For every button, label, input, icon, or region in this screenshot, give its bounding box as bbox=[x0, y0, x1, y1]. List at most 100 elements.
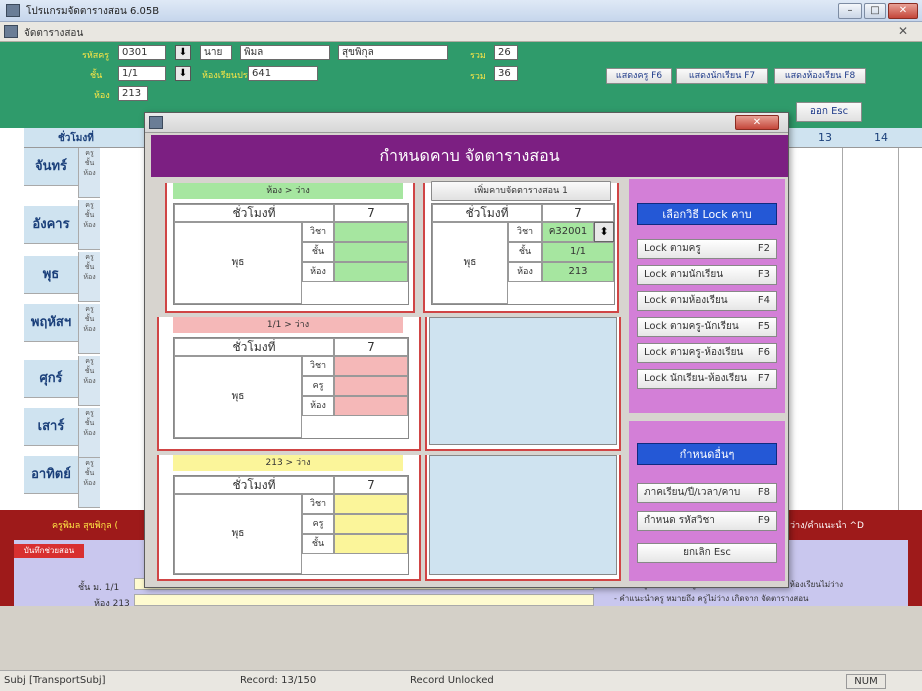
sublabel-room: ห้อง bbox=[83, 479, 96, 487]
subject-dropdown-icon[interactable]: ⬍ bbox=[594, 222, 614, 242]
add-period-button[interactable]: เพิ่มคาบจัดตารางสอน 1 bbox=[431, 181, 611, 201]
class-arrow-icon[interactable]: ⬇ bbox=[175, 66, 191, 81]
panel2-period-label: ชั่วโมงที่ bbox=[432, 204, 542, 222]
lock-room-button[interactable]: Lock ตามห้องเรียน F4 bbox=[637, 291, 777, 311]
sublabel-class: ชั้น bbox=[84, 211, 95, 219]
teacher-summary-line: ครูพิมล สุขพิกุล ( bbox=[52, 521, 119, 531]
first-name-field[interactable]: พิมล bbox=[240, 45, 330, 60]
panel2-class-field[interactable]: 1/1 bbox=[542, 242, 614, 262]
show-student-button[interactable]: แสดงนักเรียน F7 bbox=[676, 68, 768, 84]
panel1-row-label-class: ชั้น bbox=[302, 242, 334, 262]
show-room-button[interactable]: แสดงห้องเรียน F8 bbox=[774, 68, 866, 84]
panel2-day: พุธ bbox=[432, 222, 508, 304]
sublabel-class: ชั้น bbox=[84, 469, 95, 477]
class-extra-panel bbox=[425, 317, 621, 451]
teacher-code-field[interactable]: 0301 bbox=[118, 45, 166, 60]
panel2-row-label-room: ห้อง bbox=[508, 262, 542, 282]
sublabel-room: ห้อง bbox=[83, 325, 96, 333]
subwindow-close-icon[interactable]: ✕ bbox=[898, 24, 908, 38]
day-sublabels: ครู ชั้น ห้อง bbox=[78, 148, 100, 198]
day-sublabels: ครู ชั้น ห้อง bbox=[78, 200, 100, 250]
period-13-header: 13 bbox=[818, 131, 832, 144]
panel1-table: ชั่วโมงที่ 7 พุธ วิชา ชั้น ห้อง bbox=[173, 203, 409, 305]
last-name-field[interactable]: สุขพิกุล bbox=[338, 45, 448, 60]
panel4-subject-field[interactable] bbox=[334, 494, 408, 514]
class-extra-area bbox=[429, 317, 617, 445]
panel3-room-field[interactable] bbox=[334, 396, 408, 416]
panel3-row-label-teacher: ครู bbox=[302, 376, 334, 396]
panel1-class-field[interactable] bbox=[334, 242, 408, 262]
sublabel-room: ห้อง bbox=[83, 429, 96, 437]
panel2-subject-field[interactable]: ค32001 bbox=[542, 222, 594, 242]
subwindow-title: จัดตารางสอน bbox=[24, 28, 84, 39]
panel4-row-label-teacher: ครู bbox=[302, 514, 334, 534]
subject-code-button[interactable]: กำหนด รหัสวิชา F9 bbox=[637, 511, 777, 531]
lock-button-key: F4 bbox=[757, 295, 770, 306]
panel3-subject-field[interactable] bbox=[334, 356, 408, 376]
room-summary-field bbox=[134, 594, 594, 606]
sublabel-teacher: ครู bbox=[85, 305, 94, 313]
day-saturday: เสาร์ bbox=[24, 408, 78, 446]
panel1-room-field[interactable] bbox=[334, 262, 408, 282]
lock-title: เลือกวิธี Lock คาบ bbox=[637, 203, 777, 225]
status-bar: Subj [TransportSubj] Record: 13/150 Reco… bbox=[0, 670, 922, 691]
subwindow-titlebar: จัดตารางสอน ✕ bbox=[0, 22, 922, 42]
teacher-code-arrow-icon[interactable]: ⬇ bbox=[175, 45, 191, 60]
room-field[interactable]: 213 bbox=[118, 86, 148, 101]
show-teacher-button[interactable]: แสดงครู F6 bbox=[606, 68, 672, 84]
lock-teacher-student-button[interactable]: Lock ตามครู-นักเรียน F5 bbox=[637, 317, 777, 337]
room-line: ห้อง 213 bbox=[94, 599, 130, 609]
total-label-1: รวม bbox=[470, 51, 486, 61]
sublabel-teacher: ครู bbox=[85, 253, 94, 261]
class-field[interactable]: 1/1 bbox=[118, 66, 166, 81]
panel1-subject-field[interactable] bbox=[334, 222, 408, 242]
panel3-tag: 1/1 > ว่าง bbox=[173, 317, 403, 333]
lock-student-room-button[interactable]: Lock นักเรียน-ห้องเรียน F7 bbox=[637, 369, 777, 389]
lock-options-panel: เลือกวิธี Lock คาบ Lock ตามครู F2 Lock ตา… bbox=[629, 179, 785, 413]
day-friday: ศุกร์ bbox=[24, 360, 78, 398]
minimize-button[interactable]: – bbox=[838, 3, 862, 19]
lock-button-label: Lock ตามครู bbox=[644, 243, 701, 254]
day-thursday: พฤหัสฯ bbox=[24, 304, 78, 342]
lock-button-key: F7 bbox=[757, 373, 770, 384]
lock-button-label: Lock ตามครู-ห้องเรียน bbox=[644, 347, 744, 358]
panel4-row-label-class: ชั้น bbox=[302, 534, 334, 554]
homeroom-field[interactable]: 641 bbox=[248, 66, 318, 81]
lock-student-button[interactable]: Lock ตามนักเรียน F3 bbox=[637, 265, 777, 285]
app-icon bbox=[6, 4, 20, 17]
semester-settings-button[interactable]: ภาคเรียน/ปี/เวลา/คาบ F8 bbox=[637, 483, 777, 503]
panel4-tag: 213 > ว่าง bbox=[173, 455, 403, 471]
panel3-period-label: ชั่วโมงที่ bbox=[174, 338, 334, 356]
day-sublabels: ครู ชั้น ห้อง bbox=[78, 252, 100, 302]
panel3-table: ชั่วโมงที่ 7 พุธ วิชา ครู ห้อง bbox=[173, 337, 409, 439]
panel2-table: ชั่วโมงที่ 7 พุธ วิชา ชั้น ห้อง ค32001 ⬍… bbox=[431, 203, 615, 305]
panel4-class-field[interactable] bbox=[334, 534, 408, 554]
panel1-day: พุธ bbox=[174, 222, 302, 304]
lock-teacher-button[interactable]: Lock ตามครู F2 bbox=[637, 239, 777, 259]
panel1-period-label: ชั่วโมงที่ bbox=[174, 204, 334, 222]
prefix-field[interactable]: นาย bbox=[200, 45, 232, 60]
teacher-code-label: รหัสครู bbox=[82, 51, 110, 61]
total-label-2: รวม bbox=[470, 72, 486, 82]
panel2-room-field[interactable]: 213 bbox=[542, 262, 614, 282]
lock-button-key: F6 bbox=[757, 347, 770, 358]
panel4-row-label-subject: วิชา bbox=[302, 494, 334, 514]
maximize-button[interactable]: □ bbox=[864, 3, 886, 19]
day-sublabels: ครู ชั้น ห้อง bbox=[78, 356, 100, 406]
cancel-button[interactable]: ยกเลิก Esc bbox=[637, 543, 777, 563]
panel1-row-label-subject: วิชา bbox=[302, 222, 334, 242]
close-button[interactable]: ✕ bbox=[888, 3, 918, 19]
schedule-dialog: ✕ กำหนดคาบ จัดตารางสอน ห้อง > ว่าง ชั่วโ… bbox=[144, 112, 789, 588]
panel3-row-label-room: ห้อง bbox=[302, 396, 334, 416]
assign-tab[interactable]: บันทึกช่วยสอน bbox=[14, 544, 84, 558]
panel4-teacher-field[interactable] bbox=[334, 514, 408, 534]
lock-button-label: Lock ตามนักเรียน bbox=[644, 269, 724, 280]
dialog-close-button[interactable]: ✕ bbox=[735, 115, 779, 130]
app-title: โปรแกรมจัดตารางสอน 6.05B bbox=[26, 6, 160, 17]
class-panel: 1/1 > ว่าง ชั่วโมงที่ 7 พุธ วิชา ครู ห้อ… bbox=[157, 317, 421, 451]
hint-header: ว่าง/คำแนะนำ ^D bbox=[790, 521, 864, 531]
lock-teacher-room-button[interactable]: Lock ตามครู-ห้องเรียน F6 bbox=[637, 343, 777, 363]
exit-button[interactable]: ออก Esc bbox=[796, 102, 862, 122]
sublabel-room: ห้อง bbox=[83, 221, 96, 229]
panel3-teacher-field[interactable] bbox=[334, 376, 408, 396]
